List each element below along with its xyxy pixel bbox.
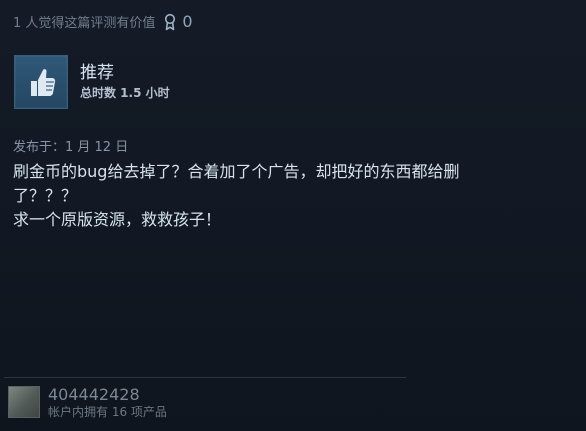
award-icon [163, 13, 177, 31]
review-line: 求一个原版资源，救救孩子！ [13, 210, 222, 229]
thumbs-up-icon [14, 55, 68, 109]
award-count: 0 [182, 12, 193, 31]
playtime-hours: 总时数 1.5 小时 [80, 86, 170, 101]
author-block: 404442428 帐户内拥有 16 项产品 [8, 386, 167, 419]
helpful-votes-line: 1 人觉得这篇评测有价值 0 [13, 12, 193, 31]
award-button[interactable]: 0 [163, 12, 193, 31]
posted-date: 发布于：1 月 12 日 [13, 140, 129, 155]
divider [4, 377, 406, 378]
review-line: 刷金币的bug给去掉了？合着加了个广告，却把好的东西都给删 [13, 162, 460, 181]
helpful-text: 1 人觉得这篇评测有价值 [13, 16, 156, 31]
recommendation-block: 推荐 总时数 1.5 小时 [14, 55, 170, 109]
avatar[interactable] [8, 386, 40, 418]
recommendation-title[interactable]: 推荐 [80, 63, 170, 83]
review-text: 刷金币的bug给去掉了？合着加了个广告，却把好的东西都给删 了？？？ 求一个原版… [13, 160, 533, 232]
author-name[interactable]: 404442428 [48, 386, 167, 404]
author-products[interactable]: 帐户内拥有 16 项产品 [48, 405, 167, 419]
review-line: 了？？？ [13, 186, 78, 205]
